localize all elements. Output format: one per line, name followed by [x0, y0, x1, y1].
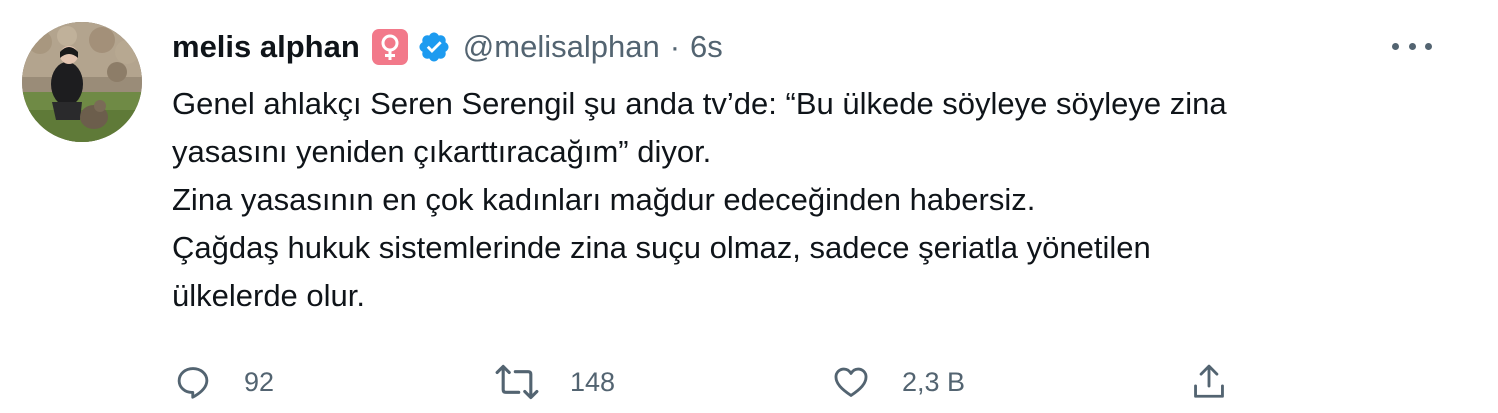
reply-button[interactable]: 92 [174, 352, 274, 412]
more-dot [1408, 42, 1416, 50]
like-button[interactable]: 2,3 B [832, 352, 965, 412]
avatar[interactable] [22, 22, 142, 142]
verified-badge-icon [417, 30, 451, 64]
tweet-text-line: Çağdaş hukuk sistemlerinde zina suçu olm… [172, 230, 1151, 265]
action-bar: 92 148 2,3 B [0, 352, 1498, 412]
more-dot [1392, 42, 1399, 50]
tweet-text-line: Zina yasasının en çok kadınları mağdur e… [172, 182, 1036, 217]
tweet-text-line: yasasını yeniden çıkarttıracağım” diyor. [172, 134, 712, 169]
display-name[interactable]: melis alphan [172, 29, 360, 65]
separator-dot: · [669, 29, 681, 64]
more-icon[interactable] [1392, 34, 1432, 58]
tweet-text-line: Genel ahlakçı Seren Serengil şu anda tv’… [172, 86, 1227, 121]
share-icon [1194, 364, 1224, 398]
tweet-text: Genel ahlakçı Seren Serengil şu anda tv’… [172, 80, 1472, 320]
tweet[interactable]: melis alphan @melisalphan · 6s Genel ahl… [0, 0, 1498, 413]
more-dot [1425, 42, 1432, 50]
reply-count: 92 [244, 366, 275, 397]
tweet-header: melis alphan @melisalphan · 6s [172, 24, 723, 70]
retweet-icon [495, 364, 539, 400]
avatar-photo [22, 22, 142, 142]
tweet-text-line: ülkelerde olur. [172, 278, 366, 313]
heart-icon [834, 367, 868, 397]
timestamp[interactable]: 6s [690, 29, 723, 65]
retweet-count: 148 [570, 366, 616, 397]
female-sign-icon [371, 29, 408, 65]
share-button[interactable] [1190, 352, 1228, 412]
user-handle[interactable]: @melisalphan [463, 29, 660, 65]
retweet-button[interactable]: 148 [494, 352, 615, 412]
reply-icon [177, 367, 209, 399]
like-count: 2,3 B [902, 366, 966, 397]
